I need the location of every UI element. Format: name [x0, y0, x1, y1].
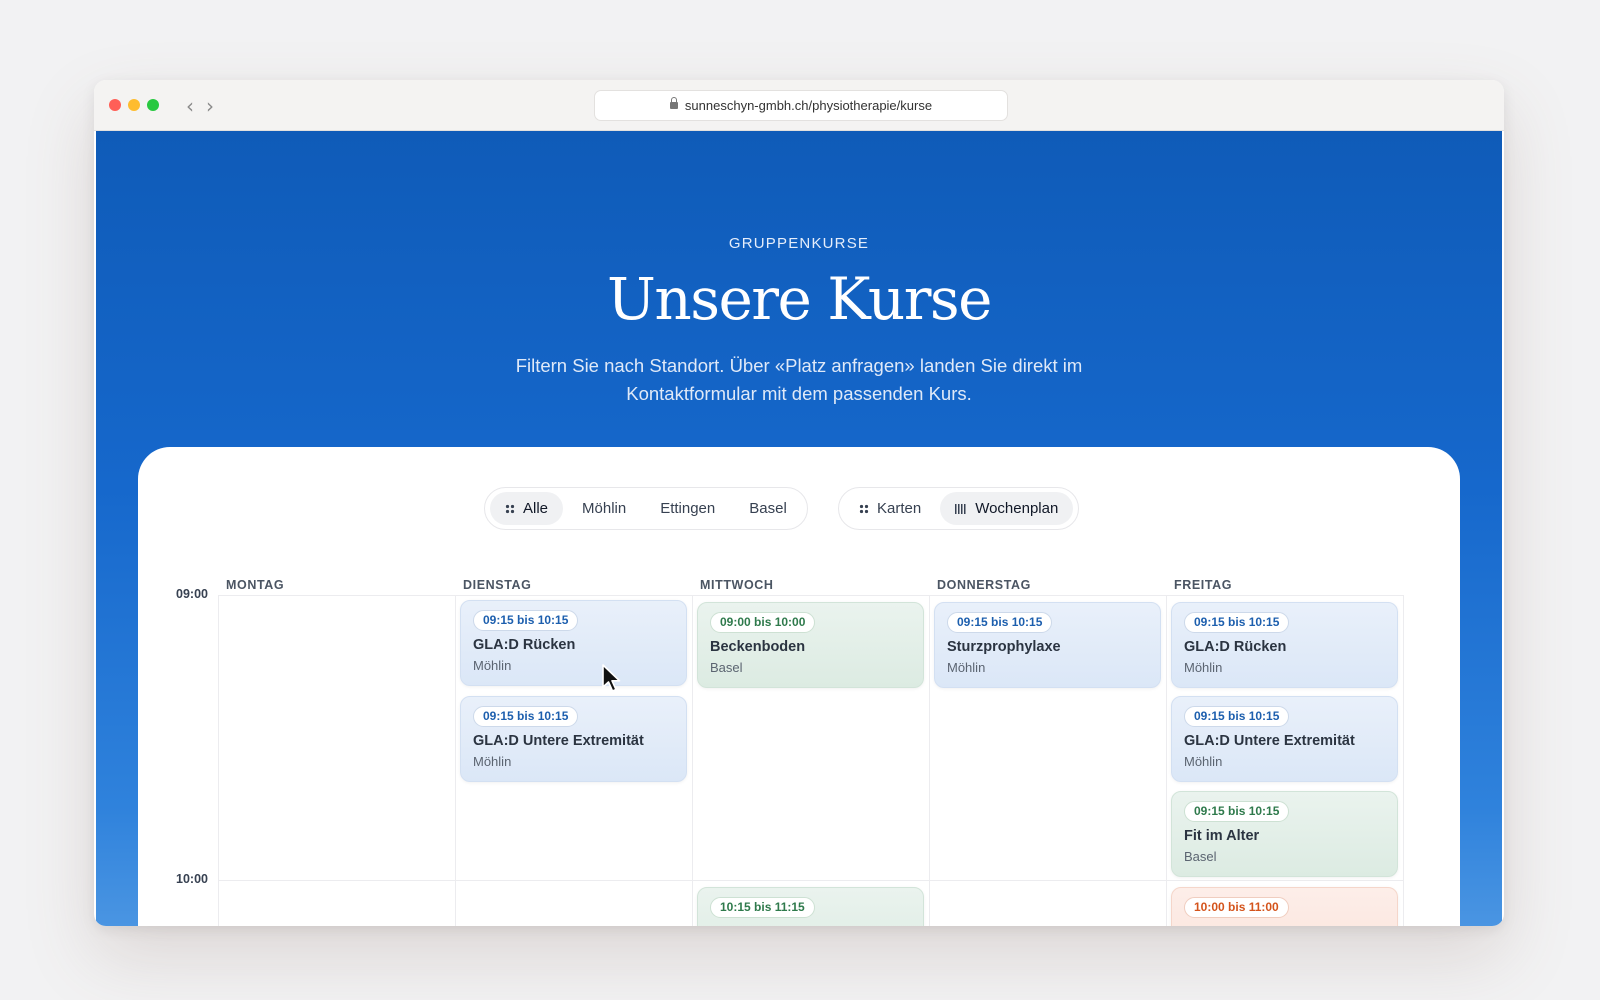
browser-window: ‹ › sunneschyn-gmbh.ch/physiotherapie/ku… — [94, 80, 1504, 926]
course-card-dienstag-gla-d-untere-extremitaet[interactable]: 09:15 bis 10:15 GLA:D Untere Extremität … — [460, 696, 687, 782]
minimize-window-button[interactable] — [128, 99, 140, 111]
day-header-freitag: FREITAG — [1174, 578, 1233, 592]
hour-line — [218, 595, 1404, 596]
day-header-donnerstag: DONNERSTAG — [937, 578, 1031, 592]
course-location: Möhlin — [1184, 660, 1223, 675]
course-title: GLA:D Rücken — [1184, 639, 1287, 655]
grid-dots-icon — [859, 503, 869, 514]
hero-eyebrow: GRUPPENKURSE — [728, 235, 870, 252]
course-title: GLA:D Untere Extremität — [473, 733, 644, 749]
hero-subtitle: Filtern Sie nach Standort. Über «Platz a… — [515, 355, 1083, 404]
course-title: Beckenboden — [710, 639, 806, 655]
hour-line — [218, 880, 1404, 881]
course-location: Möhlin — [473, 754, 512, 769]
course-location: Möhlin — [947, 660, 986, 675]
filter-ettingen[interactable]: Ettingen — [645, 492, 730, 525]
course-time-badge: 09:15 bis 10:15 — [1184, 801, 1290, 822]
time-label-0900: 09:00 — [176, 587, 208, 601]
view-wochenplan[interactable]: Wochenplan — [940, 492, 1074, 525]
filter-label: Ettingen — [660, 500, 716, 517]
course-title: Sturzprophylaxe — [947, 639, 1061, 655]
course-title: GLA:D Untere Extremität — [1184, 733, 1355, 749]
course-location: Möhlin — [1184, 754, 1223, 769]
course-time-badge: 09:15 bis 10:15 — [473, 610, 579, 631]
course-time-badge: 09:15 bis 10:15 — [473, 706, 579, 727]
back-arrow-icon[interactable]: ‹ — [186, 94, 194, 118]
course-location: Möhlin — [473, 658, 512, 673]
course-title: Fit im Alter — [1184, 828, 1260, 844]
course-card-dienstag-gla-d-ruecken[interactable]: 09:15 bis 10:15 GLA:D Rücken Möhlin — [460, 600, 687, 686]
url-text: sunneschyn-gmbh.ch/physiotherapie/kurse — [684, 98, 933, 113]
time-label-1000: 10:00 — [176, 872, 208, 886]
nav-arrows: ‹ › — [186, 94, 214, 118]
day-header-mittwoch: MITTWOCH — [700, 578, 774, 592]
filter-label: Basel — [749, 500, 787, 517]
view-toggle: Karten Wochenplan — [838, 487, 1080, 530]
column-line — [1403, 595, 1404, 926]
page-content: GRUPPENKURSE Unsere Kurse Filtern Sie na… — [96, 131, 1502, 926]
maximize-window-button[interactable] — [147, 99, 159, 111]
course-card-mittwoch-1015[interactable]: 10:15 bis 11:15 — [697, 887, 924, 926]
course-time-badge: 09:00 bis 10:00 — [710, 612, 816, 633]
view-label: Wochenplan — [975, 500, 1059, 517]
window-controls — [109, 99, 159, 111]
browser-titlebar: ‹ › sunneschyn-gmbh.ch/physiotherapie/ku… — [94, 80, 1504, 131]
course-title: GLA:D Rücken — [473, 637, 576, 653]
lock-icon — [669, 97, 678, 110]
course-card-freitag-1000[interactable]: 10:00 bis 11:00 — [1171, 887, 1398, 926]
course-time-badge: 09:15 bis 10:15 — [1184, 612, 1290, 633]
column-line — [1166, 595, 1167, 926]
view-karten[interactable]: Karten — [844, 492, 936, 525]
close-window-button[interactable] — [109, 99, 121, 111]
filter-moehlin[interactable]: Möhlin — [567, 492, 641, 525]
course-card-freitag-gla-d-untere-extremitaet[interactable]: 09:15 bis 10:15 GLA:D Untere Extremität … — [1171, 696, 1398, 782]
location-filter: Alle Möhlin Ettingen Basel — [484, 487, 808, 530]
column-line — [218, 595, 219, 926]
course-location: Basel — [1184, 849, 1217, 864]
column-line — [692, 595, 693, 926]
course-time-badge: 10:15 bis 11:15 — [710, 897, 815, 918]
course-time-badge: 09:15 bis 10:15 — [1184, 706, 1290, 727]
day-header-montag: MONTAG — [226, 578, 285, 592]
page-title: Unsere Kurse — [606, 265, 993, 333]
calendar-bars-icon — [955, 503, 968, 514]
course-time-badge: 10:00 bis 11:00 — [1184, 897, 1289, 918]
filter-basel[interactable]: Basel — [734, 492, 802, 525]
day-header-dienstag: DIENSTAG — [463, 578, 532, 592]
forward-arrow-icon[interactable]: › — [206, 94, 214, 118]
address-bar[interactable]: sunneschyn-gmbh.ch/physiotherapie/kurse — [594, 90, 1008, 121]
course-card-mittwoch-beckenboden[interactable]: 09:00 bis 10:00 Beckenboden Basel — [697, 602, 924, 688]
course-card-freitag-fit-im-alter[interactable]: 09:15 bis 10:15 Fit im Alter Basel — [1171, 791, 1398, 877]
course-time-badge: 09:15 bis 10:15 — [947, 612, 1053, 633]
filter-label: Alle — [523, 500, 549, 517]
filter-alle[interactable]: Alle — [490, 492, 564, 525]
course-card-freitag-gla-d-ruecken[interactable]: 09:15 bis 10:15 GLA:D Rücken Möhlin — [1171, 602, 1398, 688]
filter-label: Möhlin — [582, 500, 627, 517]
course-card-donnerstag-sturzprophylaxe[interactable]: 09:15 bis 10:15 Sturzprophylaxe Möhlin — [934, 602, 1161, 688]
column-line — [929, 595, 930, 926]
mouse-cursor-icon — [602, 664, 621, 692]
view-label: Karten — [877, 500, 922, 517]
course-panel: Alle Möhlin Ettingen Basel Karten Wochen… — [138, 447, 1460, 926]
column-line — [455, 595, 456, 926]
grid-dots-icon — [505, 503, 515, 514]
course-location: Basel — [710, 660, 743, 675]
